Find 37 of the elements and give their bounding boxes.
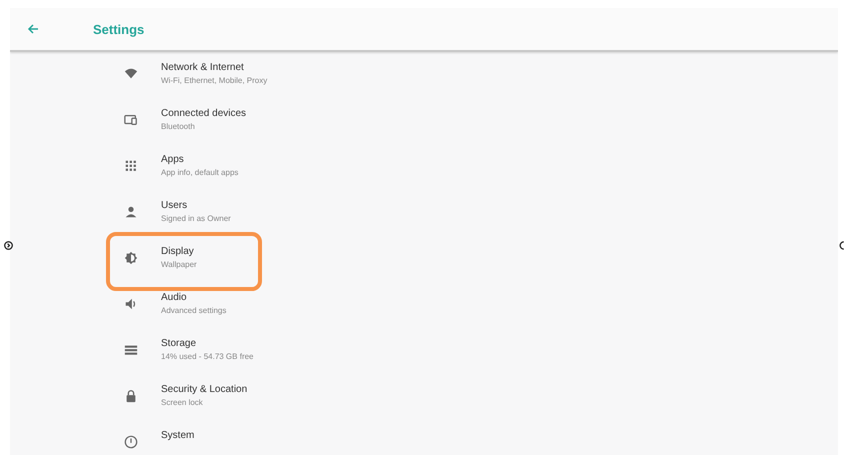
item-subtitle: Bluetooth (161, 122, 196, 131)
item-title: Users (161, 200, 188, 211)
item-subtitle: Wi-Fi, Ethernet, Mobile, Proxy (161, 76, 268, 85)
settings-item[interactable]: Users Signed in as Owner (10, 190, 838, 236)
settings-item[interactable]: Audio Advanced settings (10, 282, 838, 328)
item-subtitle: Wallpaper (161, 260, 197, 269)
item-title: Apps (161, 154, 185, 165)
item-title: Security & Location (161, 384, 248, 395)
devices-icon (124, 113, 138, 127)
back-button[interactable] (26, 22, 40, 36)
settings-item[interactable]: System (10, 420, 838, 455)
item-title: Connected devices (161, 108, 246, 119)
item-title: Network & Internet (161, 62, 245, 73)
settings-item[interactable]: Network & Internet Wi-Fi, Ethernet, Mobile, Proxy (10, 52, 838, 98)
speaker-icon (124, 297, 138, 311)
wifi-icon (124, 67, 138, 81)
item-title: Display (161, 246, 195, 257)
lock-icon (124, 389, 138, 403)
settings-item[interactable]: Connected devices Bluetooth (10, 98, 838, 144)
item-subtitle: Advanced settings (161, 306, 226, 315)
person-icon (124, 205, 138, 219)
info-icon (124, 435, 138, 449)
settings-title: Settings (93, 22, 144, 36)
item-subtitle: 14% used - 54.73 GB free (161, 352, 254, 361)
settings-item[interactable]: Security & Location Screen lock (10, 374, 838, 420)
item-subtitle: App info, default apps (161, 168, 238, 177)
grid-icon (124, 159, 138, 173)
item-subtitle: Signed in as Owner (161, 214, 231, 223)
item-subtitle: Screen lock (161, 398, 204, 407)
item-title: Storage (161, 338, 198, 349)
settings-item[interactable]: Apps App info, default apps (10, 144, 838, 190)
settings-item[interactable]: Display Wallpaper (10, 236, 838, 282)
storage-icon (124, 343, 138, 357)
item-title: Audio (161, 292, 188, 303)
brightness-icon (124, 251, 138, 265)
settings-item[interactable]: Storage 14% used - 54.73 GB free (10, 328, 838, 374)
item-title: System (161, 430, 194, 441)
